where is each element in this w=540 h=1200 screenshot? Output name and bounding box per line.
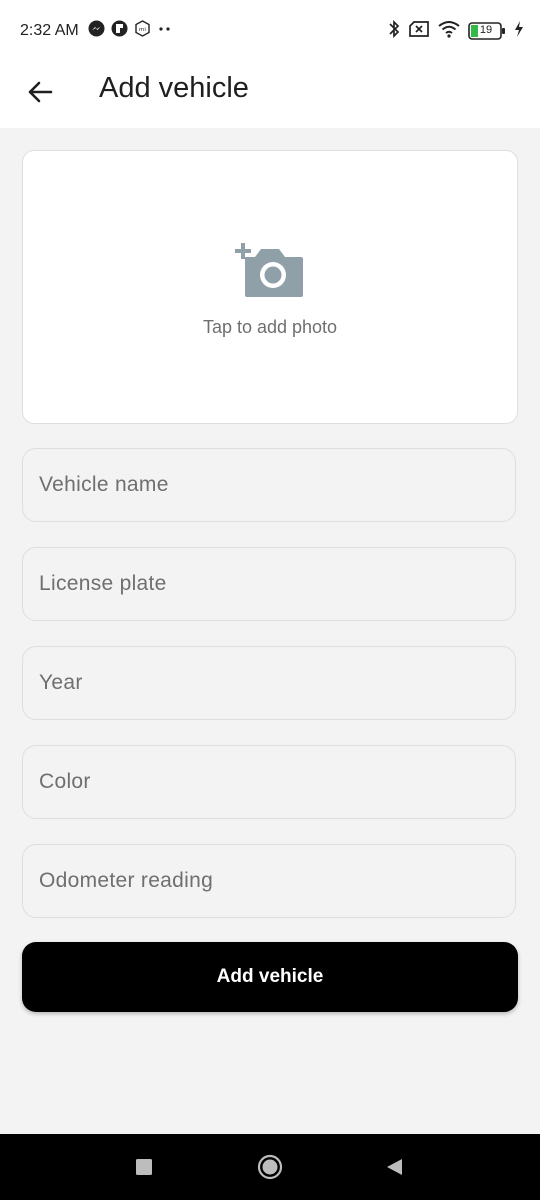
vehicle-name-placeholder: Vehicle name (39, 473, 169, 496)
status-right-icons: 19 (388, 19, 524, 44)
no-sim-icon (408, 20, 430, 43)
app-bar: Add vehicle (0, 64, 540, 128)
recents-button[interactable] (131, 1156, 157, 1182)
photo-picker[interactable]: Tap to add photo (22, 150, 518, 424)
year-field[interactable]: Year (22, 646, 516, 720)
page-title: Add vehicle (99, 72, 249, 104)
arrow-left-icon (26, 78, 54, 111)
add-photo-icon (235, 235, 305, 299)
home-button[interactable] (257, 1154, 283, 1185)
app-icon (111, 20, 128, 42)
battery-icon: 19 (468, 22, 506, 40)
recents-square-icon (135, 1158, 153, 1181)
back-triangle-icon (385, 1157, 403, 1182)
add-vehicle-button[interactable]: Add vehicle (22, 942, 518, 1012)
year-placeholder: Year (39, 671, 83, 694)
home-circle-icon (257, 1154, 283, 1185)
odometer-reading-field[interactable]: Odometer reading (22, 844, 516, 918)
svg-text:mi: mi (139, 27, 146, 33)
more-dots-icon (157, 20, 173, 42)
charging-icon (514, 20, 524, 43)
license-plate-field[interactable]: License plate (22, 547, 516, 621)
battery-level: 19 (479, 24, 493, 36)
odometer-reading-placeholder: Odometer reading (39, 869, 214, 892)
status-time: 2:32 AM (20, 22, 79, 39)
license-plate-placeholder: License plate (39, 572, 167, 595)
back-nav-button[interactable] (381, 1156, 407, 1182)
vehicle-name-field[interactable]: Vehicle name (22, 448, 516, 522)
messenger-icon (88, 20, 105, 42)
bluetooth-icon (388, 19, 400, 44)
mi-icon: mi (134, 20, 151, 42)
color-placeholder: Color (39, 770, 91, 793)
status-bar: 2:32 AM mi 19 (0, 0, 540, 64)
system-nav-bar (0, 1134, 540, 1200)
photo-picker-label: Tap to add photo (202, 317, 338, 337)
wifi-icon (438, 20, 460, 43)
color-field[interactable]: Color (22, 745, 516, 819)
back-button[interactable] (22, 76, 58, 112)
status-left-icons: mi (88, 20, 173, 42)
